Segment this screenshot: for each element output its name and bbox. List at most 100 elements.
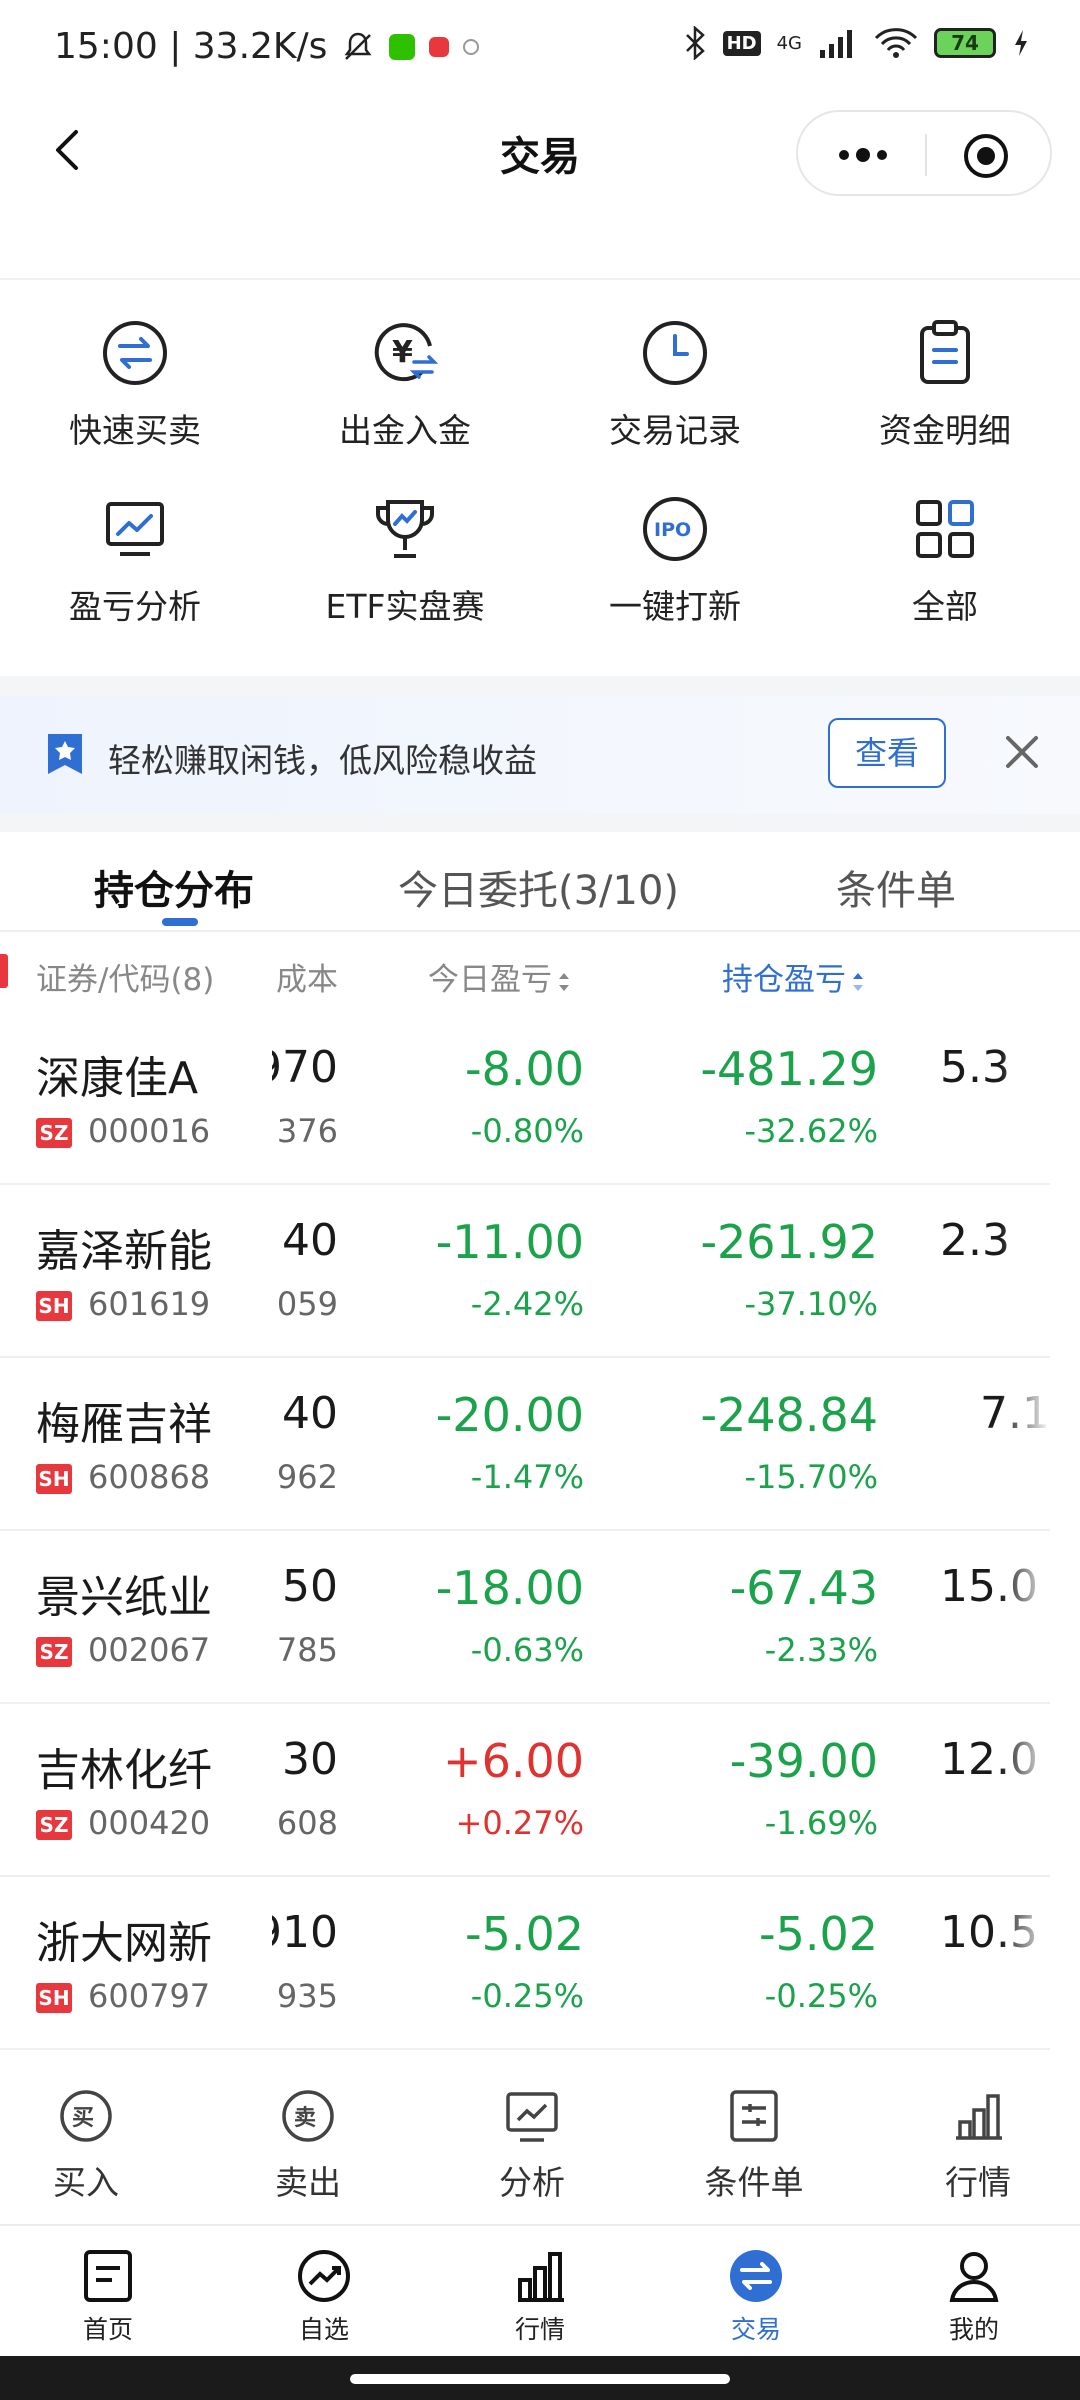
- market-badge: SH: [36, 1291, 72, 1321]
- stock-name: 嘉泽新能: [36, 1226, 212, 1277]
- quick-action-fast-trade[interactable]: 快速买卖: [0, 318, 270, 478]
- svg-text:¥: ¥: [392, 335, 413, 370]
- nav-home[interactable]: 首页: [28, 2248, 188, 2346]
- nav-profile[interactable]: 我的: [894, 2248, 1054, 2346]
- action-label: 分析: [499, 2163, 565, 2202]
- nav-label: 自选: [298, 2315, 349, 2344]
- market-badge: SZ: [36, 1118, 72, 1148]
- market-quote-button[interactable]: 行情: [898, 2088, 1058, 2204]
- table-row[interactable]: 深康佳A SZ 000016 970 376 -8.00 -0.80% -481.…: [0, 1012, 1050, 1185]
- next-col-cell: 12.0: [940, 1734, 1050, 1794]
- cost-cell: 40 962: [272, 1382, 338, 1512]
- status-bar: 15:00 | 33.2K/s HD 4G 74: [0, 0, 1080, 96]
- table-row[interactable]: 梅雁吉祥 SH 600868 40 962 -20.00 -1.47% -248.…: [0, 1358, 1050, 1531]
- clock-icon: [643, 321, 707, 385]
- table-row[interactable]: 浙大网新 SH 600797 910 935 -5.02 -0.25% -5.02…: [0, 1877, 1050, 2050]
- nav-label: 首页: [82, 2315, 133, 2344]
- stock-name: 景兴纸业: [36, 1572, 212, 1623]
- conditional-order-button[interactable]: 条件单: [674, 2088, 834, 2204]
- status-left: 15:00 | 33.2K/s: [54, 26, 480, 67]
- cost-value: 30: [282, 1734, 338, 1785]
- banner-view-button[interactable]: 查看: [828, 718, 946, 788]
- quick-action-label: 全部: [912, 587, 978, 626]
- col-security: 证券/代码(8): [36, 962, 215, 998]
- more-dots-icon[interactable]: [832, 137, 894, 173]
- nav-label: 行情: [514, 2315, 565, 2344]
- miniapp-capsule: [796, 110, 1052, 196]
- close-icon[interactable]: [1000, 730, 1044, 774]
- table-row[interactable]: 景兴纸业 SZ 002067 50 785 -18.00 -0.63% -67.4…: [0, 1531, 1050, 1704]
- quick-action-fund-details[interactable]: 资金明细: [810, 318, 1080, 478]
- nav-market[interactable]: 行情: [460, 2248, 620, 2346]
- network-label: 4G: [776, 32, 802, 54]
- ipo-icon: IPO: [643, 497, 707, 561]
- hd-badge: HD: [722, 30, 761, 56]
- market-badge: SH: [36, 1983, 72, 2013]
- nav-label: 我的: [948, 2315, 999, 2344]
- svg-text:IPO: IPO: [654, 519, 691, 541]
- quick-action-label: 盈亏分析: [69, 587, 201, 626]
- quick-action-pl-analysis[interactable]: 盈亏分析: [0, 494, 270, 654]
- nav-trade[interactable]: 交易: [676, 2248, 836, 2346]
- hold-pl-value: -5.02: [758, 1907, 878, 1961]
- market-badge: SZ: [36, 1810, 72, 1840]
- quick-action-etf-contest[interactable]: ETF实盘赛: [270, 494, 540, 654]
- stock-code: 600868: [88, 1458, 211, 1496]
- trade-page: 15:00 | 33.2K/s HD 4G 74 交易 快速买卖 ¥ 出金入金 …: [0, 0, 1080, 2400]
- promo-banner[interactable]: 轻松赚取闲钱，低风险稳收益 查看: [0, 696, 1080, 814]
- table-row[interactable]: 嘉泽新能 SH 601619 40 059 -11.00 -2.42% -261.…: [0, 1185, 1050, 1358]
- quick-action-all[interactable]: 全部: [810, 494, 1080, 654]
- quick-action-ipo-subscribe[interactable]: IPO 一键打新: [540, 494, 810, 654]
- sell-icon: 卖: [282, 2090, 334, 2142]
- cost-value: 50: [282, 1561, 338, 1612]
- hold-pl-pct: -0.25%: [764, 1977, 878, 2015]
- analysis-button[interactable]: 分析: [452, 2088, 612, 2204]
- home-indicator[interactable]: [350, 2374, 730, 2384]
- quick-action-trade-records[interactable]: 交易记录: [540, 318, 810, 478]
- today-pl-pct: -1.47%: [470, 1458, 584, 1496]
- bar-chart-icon: [518, 2252, 564, 2302]
- col-hold-pl[interactable]: 持仓盈亏: [722, 954, 866, 999]
- stock-code: 000016: [88, 1112, 211, 1150]
- col-cost-clip: 成本: [272, 954, 338, 998]
- cost-cell: 910 935: [272, 1901, 338, 2031]
- sell-button[interactable]: 卖 卖出: [228, 2088, 388, 2204]
- buy-button[interactable]: 买 买入: [6, 2088, 166, 2204]
- action-label: 行情: [945, 2163, 1011, 2202]
- hold-pl-pct: -1.69%: [764, 1804, 878, 1842]
- trend-circle-icon: [298, 2250, 350, 2302]
- tab-positions[interactable]: 持仓分布: [94, 858, 254, 916]
- table-row[interactable]: 吉林化纤 SZ 000420 30 608 +6.00 +0.27% -39.00…: [0, 1704, 1050, 1877]
- cost-sub: 935: [276, 1977, 338, 2015]
- quick-action-deposit-withdraw[interactable]: ¥ 出金入金: [270, 318, 540, 478]
- hold-pl-pct: -37.10%: [744, 1285, 878, 1323]
- stock-code: 601619: [88, 1285, 211, 1323]
- tab-today-orders[interactable]: 今日委托(3/10): [398, 858, 679, 916]
- nav-watchlist[interactable]: 自选: [244, 2248, 404, 2346]
- holdings-tabs: 持仓分布 今日委托(3/10) 条件单: [0, 832, 1080, 932]
- tab-conditional-orders[interactable]: 条件单: [836, 858, 956, 916]
- scrolled-content-edge: [0, 200, 1080, 280]
- hold-pl-value: -39.00: [729, 1734, 878, 1788]
- today-pl-pct: -0.25%: [470, 1977, 584, 2015]
- cost-cell: 970 376: [272, 1036, 338, 1166]
- next-col-cell: 10.5: [940, 1907, 1050, 1967]
- sort-icon: [559, 972, 569, 991]
- cost-value: 910: [272, 1907, 338, 1958]
- today-pl-value: -8.00: [464, 1042, 584, 1096]
- hold-pl-value: -67.43: [729, 1561, 878, 1615]
- stock-name: 浙大网新: [36, 1918, 212, 1969]
- close-miniapp-icon[interactable]: [962, 132, 1010, 180]
- col-today-pl[interactable]: 今日盈亏: [428, 954, 572, 999]
- cost-sub: 785: [276, 1631, 338, 1669]
- status-time-speed: 15:00 | 33.2K/s: [54, 26, 328, 67]
- today-pl-value: -11.00: [435, 1215, 584, 1269]
- col-hold-pl-label: 持仓盈亏: [722, 962, 846, 998]
- cost-sub: 608: [276, 1804, 338, 1842]
- hold-pl-pct: -2.33%: [764, 1631, 878, 1669]
- col-today-pl-label: 今日盈亏: [428, 962, 552, 998]
- capsule-divider: [925, 134, 927, 176]
- bluetooth-icon: [685, 26, 705, 60]
- buy-glyph: 买: [72, 2106, 94, 2131]
- clipboard-icon: [920, 320, 970, 384]
